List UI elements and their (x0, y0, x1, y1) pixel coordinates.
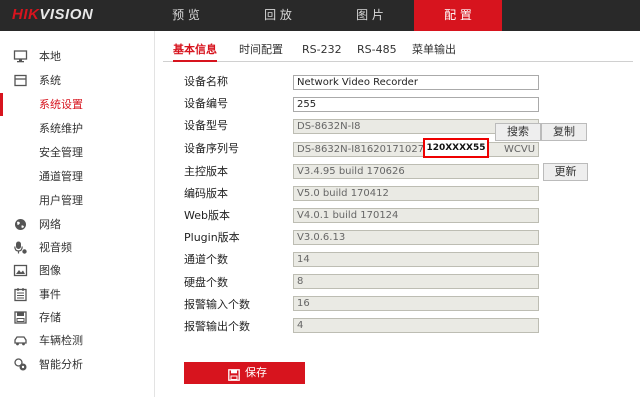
sidebar-item-system[interactable]: 系统 (0, 69, 155, 92)
encoding-version-field: V5.0 build 170412 (293, 186, 539, 201)
top-bar: HIKVISION 预 览 回 放 图 片 配 置 (0, 0, 640, 31)
channel-count-label: 通道个数 (184, 253, 228, 266)
sidebar-item-label: 网络 (39, 218, 61, 231)
hdd-count-field: 8 (293, 274, 539, 289)
sidebar-item-user-management[interactable]: 用户管理 (0, 189, 155, 212)
sidebar-item-vehicle-detection[interactable]: 车辆检测 (0, 329, 155, 352)
web-version-field: V4.0.1 build 170124 (293, 208, 539, 223)
sidebar-item-label: 用户管理 (39, 194, 83, 207)
globe-icon (13, 217, 28, 232)
alarm-output-count-field: 4 (293, 318, 539, 333)
firmware-version-label: 主控版本 (184, 165, 228, 178)
sidebar-item-label: 车辆检测 (39, 334, 83, 347)
sidebar-item-local[interactable]: 本地 (0, 45, 155, 68)
sidebar-item-security[interactable]: 安全管理 (0, 141, 155, 164)
sidebar-item-system-settings[interactable]: 系统设置 (0, 93, 155, 116)
sidebar-item-label: 视音频 (39, 241, 72, 254)
alarm-output-count-label: 报警输出个数 (184, 320, 250, 333)
update-button[interactable]: 更新 (543, 163, 588, 181)
sidebar-item-system-maintenance[interactable]: 系统维护 (0, 117, 155, 140)
sidebar-item-label: 存储 (39, 311, 61, 324)
sidebar-item-label: 系统设置 (39, 98, 83, 111)
tab-rs485[interactable]: RS-485 (357, 40, 397, 62)
device-name-label: 设备名称 (184, 75, 228, 88)
sidebar-item-channel-management[interactable]: 通道管理 (0, 165, 155, 188)
sidebar-item-image[interactable]: 图像 (0, 259, 155, 282)
tab-basic-info[interactable]: 基本信息 (173, 40, 217, 62)
serial-number-label: 设备序列号 (184, 142, 239, 155)
sub-tabs: 基本信息 时间配置 RS-232 RS-485 菜单输出 (163, 40, 633, 62)
sidebar-item-label: 事件 (39, 288, 61, 301)
nav-picture[interactable]: 图 片 (324, 0, 416, 31)
encoding-version-label: 编码版本 (184, 187, 228, 200)
device-number-input[interactable]: 255 (293, 97, 539, 112)
nav-preview[interactable]: 预 览 (140, 0, 232, 31)
hdd-count-label: 硬盘个数 (184, 276, 228, 289)
sidebar-item-event[interactable]: 事件 (0, 283, 155, 306)
sidebar-item-label: 图像 (39, 264, 61, 277)
sidebar-item-audio-video[interactable]: 视音频 (0, 236, 155, 259)
hikvision-logo: HIKVISION (12, 6, 94, 23)
sidebar-item-label: 通道管理 (39, 170, 83, 183)
serial-number-tail: WCVU (504, 144, 536, 155)
plugin-version-label: Plugin版本 (184, 231, 240, 244)
sidebar-item-storage[interactable]: 存储 (0, 306, 155, 329)
audio-video-icon (13, 240, 28, 255)
sidebar-item-network[interactable]: 网络 (0, 213, 155, 236)
serial-number-value: DS-8632N-I81620171027CC (297, 144, 439, 155)
sidebar-item-label: 系统 (39, 74, 61, 87)
sidebar-item-label: 系统维护 (39, 122, 83, 135)
event-icon (13, 287, 28, 302)
serial-callout: 120XXXX55 (423, 138, 489, 158)
sidebar-item-label: 本地 (39, 50, 61, 63)
channel-count-field: 14 (293, 252, 539, 267)
save-button-label: 保存 (245, 366, 267, 379)
copy-button[interactable]: 复制 (541, 123, 587, 141)
nav-configuration[interactable]: 配 置 (414, 0, 502, 31)
tab-rs232[interactable]: RS-232 (302, 40, 342, 62)
tab-menu-output[interactable]: 菜单输出 (412, 40, 456, 62)
device-number-label: 设备编号 (184, 97, 228, 110)
firmware-version-field: V3.4.95 build 170626 (293, 164, 539, 179)
sidebar-item-label: 安全管理 (39, 146, 83, 159)
image-icon (13, 263, 28, 278)
nav-playback[interactable]: 回 放 (232, 0, 324, 31)
smart-analysis-icon (13, 357, 28, 372)
alarm-input-count-field: 16 (293, 296, 539, 311)
alarm-input-count-label: 报警输入个数 (184, 298, 250, 311)
device-model-label: 设备型号 (184, 119, 228, 132)
serial-number-field: DS-8632N-I81620171027CC WCVU (293, 142, 539, 157)
tab-time-settings[interactable]: 时间配置 (239, 40, 283, 62)
sidebar-item-label: 智能分析 (39, 358, 83, 371)
web-version-label: Web版本 (184, 209, 230, 222)
floppy-disk-icon (228, 367, 240, 381)
vehicle-icon (13, 333, 28, 348)
system-icon (13, 73, 28, 88)
plugin-version-field: V3.0.6.13 (293, 230, 539, 245)
sidebar: 本地 系统 系统设置 系统维护 安全管理 通道管理 用户管理 网络 视音频 图像 (0, 31, 155, 397)
device-name-input[interactable]: Network Video Recorder (293, 75, 539, 90)
sidebar-item-smart-analysis[interactable]: 智能分析 (0, 353, 155, 376)
storage-icon (13, 310, 28, 325)
search-button[interactable]: 搜索 (495, 123, 541, 141)
save-button[interactable]: 保存 (184, 362, 305, 384)
monitor-icon (13, 49, 28, 64)
